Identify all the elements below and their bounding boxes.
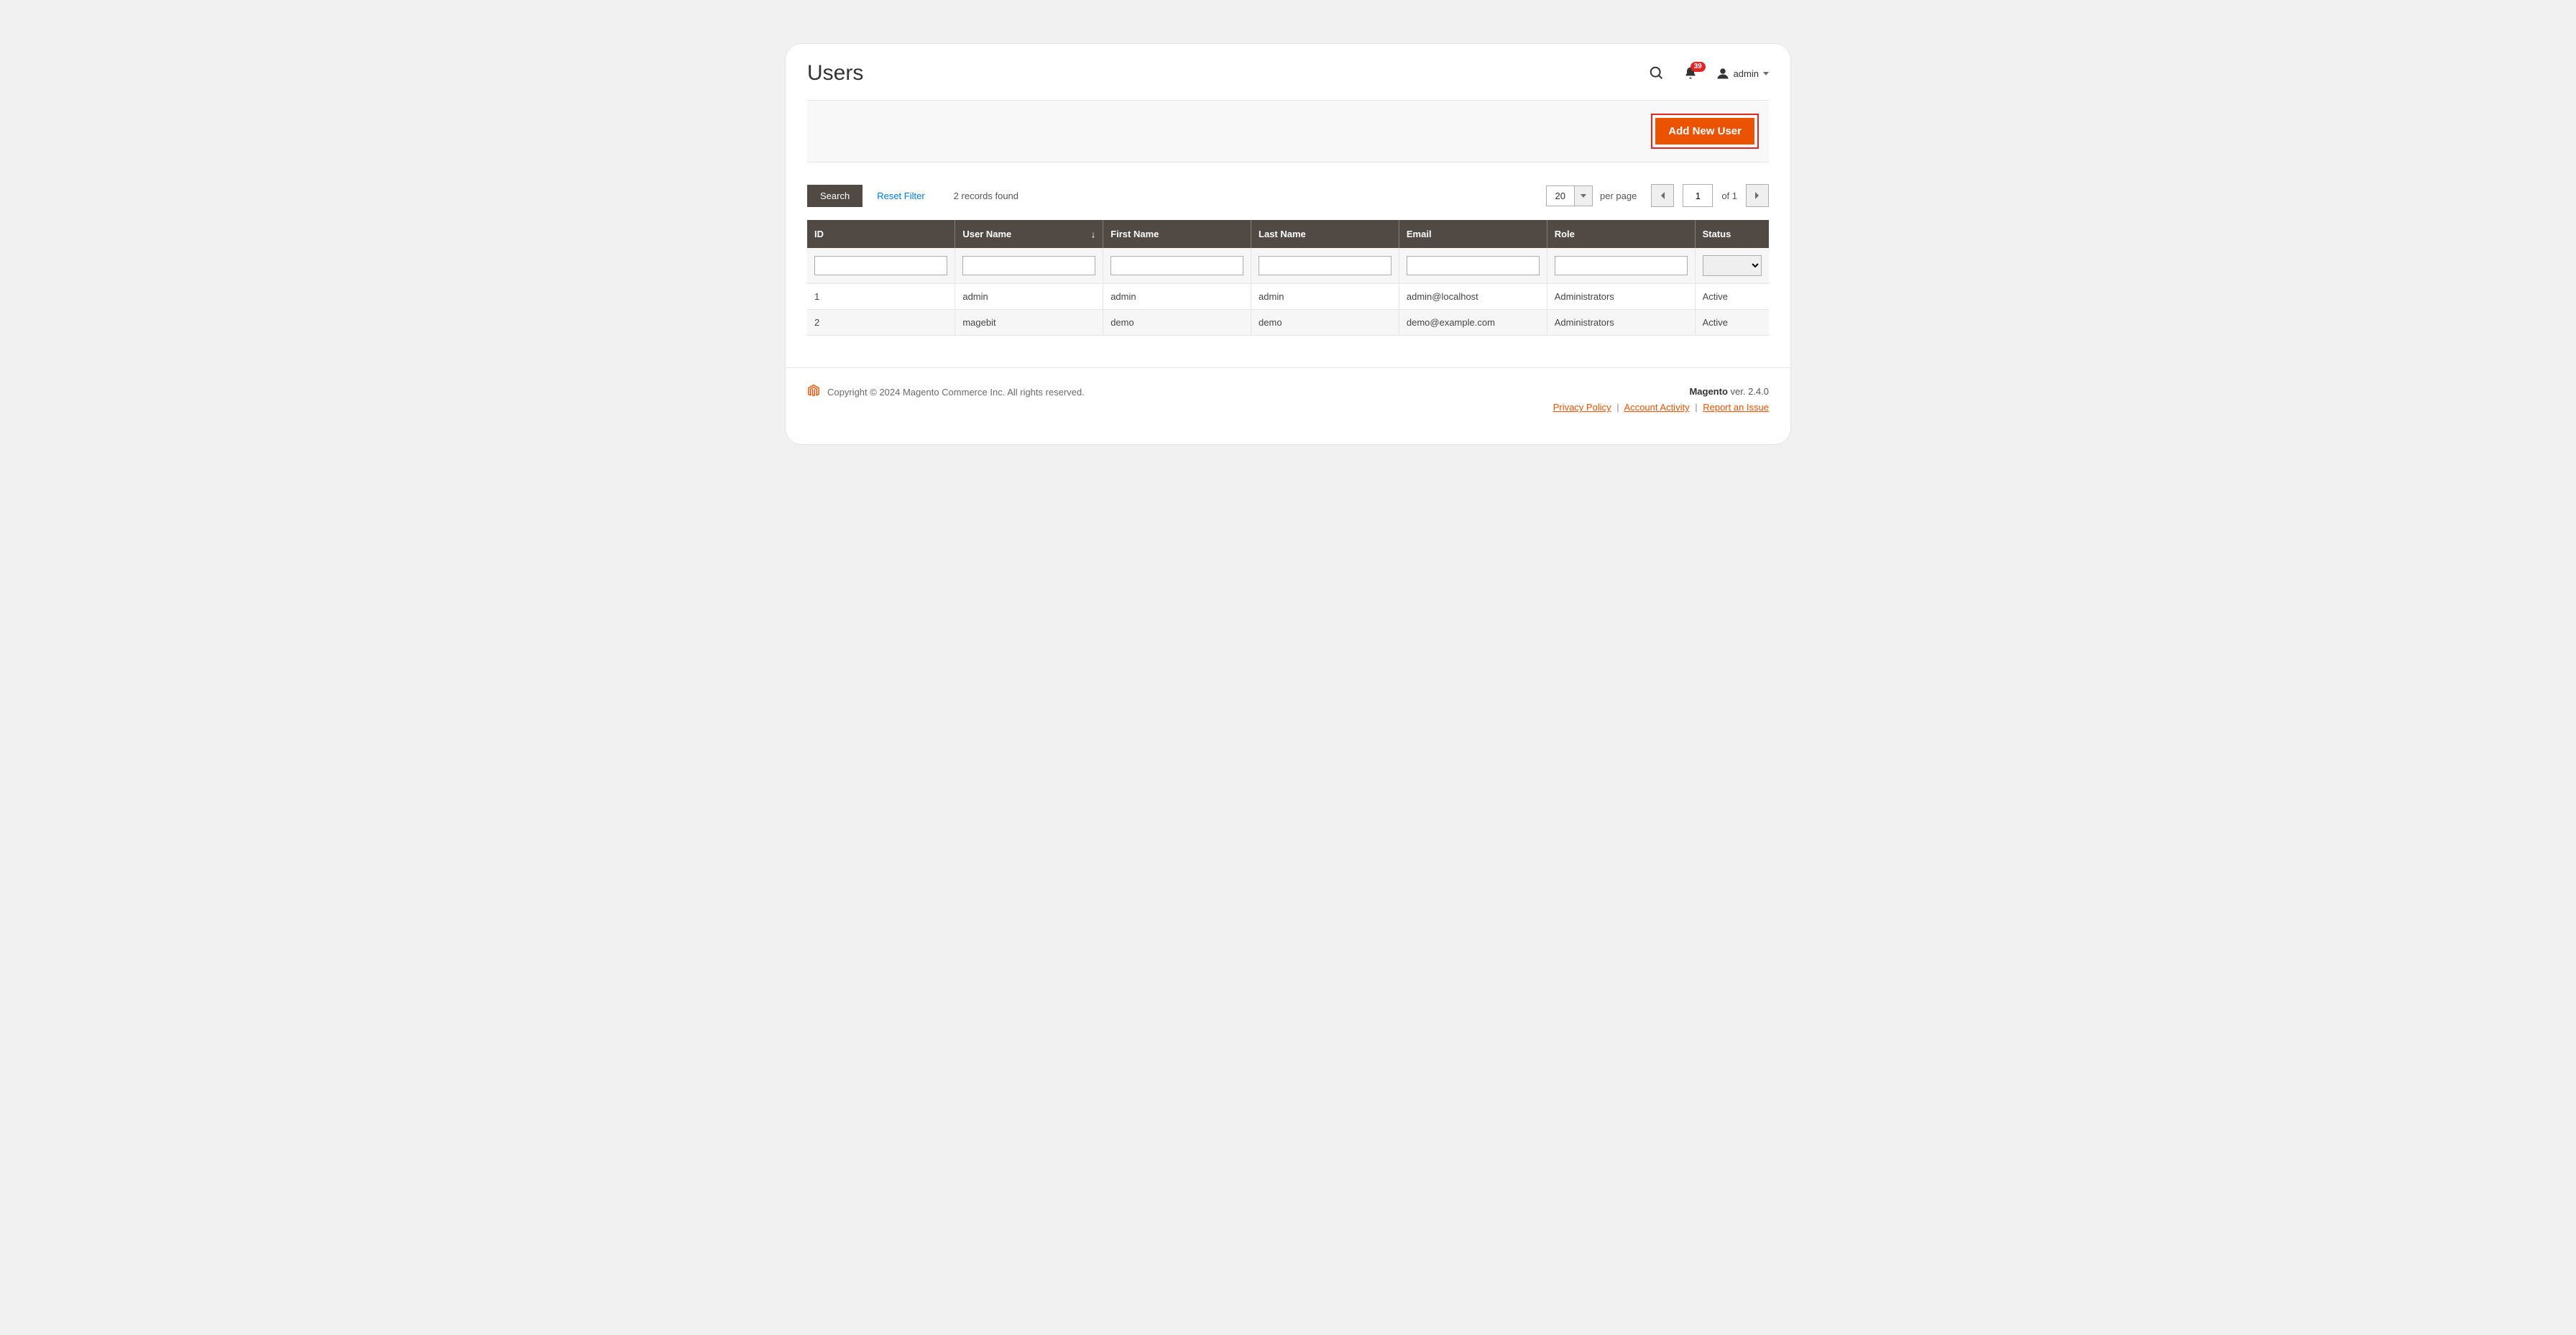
chevron-down-icon (1763, 72, 1769, 75)
col-header-role[interactable]: Role (1547, 220, 1695, 248)
account-activity-link[interactable]: Account Activity (1624, 402, 1690, 413)
user-name: admin (1734, 68, 1759, 79)
page-input[interactable] (1683, 184, 1713, 207)
per-page-label: per page (1600, 191, 1637, 201)
reset-filter-link[interactable]: Reset Filter (877, 191, 924, 201)
cell-email: admin@localhost (1399, 284, 1547, 310)
admin-panel-frame: Users 39 admin Add New User Search Reset… (785, 43, 1791, 445)
cell-id: 1 (807, 284, 955, 310)
next-page-button[interactable] (1746, 184, 1769, 207)
col-header-id[interactable]: ID (807, 220, 955, 248)
magento-logo-icon (807, 384, 820, 400)
page-of-label: of 1 (1721, 191, 1737, 201)
col-header-username-label: User Name (962, 229, 1011, 239)
action-bar: Add New User (807, 100, 1769, 162)
add-user-highlight: Add New User (1651, 114, 1759, 149)
footer-right: Magento ver. 2.4.0 Privacy Policy | Acco… (1553, 384, 1769, 416)
col-header-username[interactable]: User Name ↓ (955, 220, 1103, 248)
per-page-value: 20 (1547, 186, 1574, 206)
cell-lastname: admin (1251, 284, 1399, 310)
cell-status: Active (1695, 284, 1769, 310)
col-header-email[interactable]: Email (1399, 220, 1547, 248)
cell-status: Active (1695, 310, 1769, 336)
per-page-select[interactable]: 20 (1546, 185, 1593, 206)
cell-firstname: demo (1103, 310, 1251, 336)
prev-page-button[interactable] (1651, 184, 1674, 207)
header-actions: 39 admin (1649, 65, 1769, 81)
cell-username: admin (955, 284, 1103, 310)
user-icon (1716, 67, 1729, 80)
footer: Copyright © 2024 Magento Commerce Inc. A… (786, 367, 1790, 444)
copyright-text: Copyright © 2024 Magento Commerce Inc. A… (827, 387, 1085, 398)
col-header-lastname[interactable]: Last Name (1251, 220, 1399, 248)
filter-role-input[interactable] (1555, 256, 1688, 275)
separator: | (1616, 402, 1619, 413)
report-issue-link[interactable]: Report an Issue (1703, 402, 1769, 413)
per-page-group: 20 per page (1546, 185, 1637, 206)
search-button[interactable]: Search (807, 185, 862, 207)
filter-status-select[interactable] (1703, 255, 1762, 276)
page-title: Users (807, 61, 1649, 86)
filter-id-input[interactable] (814, 256, 947, 275)
table-row[interactable]: 2 magebit demo demo demo@example.com Adm… (807, 310, 1769, 336)
table-body: 1 admin admin admin admin@localhost Admi… (807, 284, 1769, 336)
cell-username: magebit (955, 310, 1103, 336)
filter-email-input[interactable] (1407, 256, 1540, 275)
privacy-policy-link[interactable]: Privacy Policy (1553, 402, 1611, 413)
sort-desc-icon: ↓ (1091, 229, 1096, 239)
pager: of 1 (1651, 184, 1769, 207)
chevron-down-icon[interactable] (1574, 186, 1592, 206)
grid-toolbar: Search Reset Filter 2 records found 20 p… (786, 162, 1790, 220)
filter-username-input[interactable] (962, 256, 1095, 275)
users-grid: ID User Name ↓ First Name Last Name Emai… (807, 220, 1769, 336)
records-found: 2 records found (954, 191, 1018, 201)
filter-firstname-input[interactable] (1110, 256, 1243, 275)
cell-id: 2 (807, 310, 955, 336)
version-label: ver. 2.4.0 (1728, 386, 1769, 397)
search-icon[interactable] (1649, 65, 1665, 81)
table-row[interactable]: 1 admin admin admin admin@localhost Admi… (807, 284, 1769, 310)
col-header-status[interactable]: Status (1695, 220, 1769, 248)
cell-firstname: admin (1103, 284, 1251, 310)
filter-lastname-input[interactable] (1259, 256, 1392, 275)
notifications-badge: 39 (1690, 62, 1706, 72)
separator: | (1695, 402, 1697, 413)
cell-role: Administrators (1547, 310, 1695, 336)
cell-lastname: demo (1251, 310, 1399, 336)
add-user-button[interactable]: Add New User (1655, 118, 1754, 144)
cell-role: Administrators (1547, 284, 1695, 310)
footer-left: Copyright © 2024 Magento Commerce Inc. A… (807, 384, 1085, 400)
table-filter-row (807, 248, 1769, 284)
header-bar: Users 39 admin (786, 44, 1790, 91)
col-header-firstname[interactable]: First Name (1103, 220, 1251, 248)
notifications-icon[interactable]: 39 (1683, 66, 1698, 81)
cell-email: demo@example.com (1399, 310, 1547, 336)
table-head-row: ID User Name ↓ First Name Last Name Emai… (807, 220, 1769, 248)
brand-label: Magento (1689, 386, 1727, 397)
user-menu[interactable]: admin (1716, 67, 1769, 80)
